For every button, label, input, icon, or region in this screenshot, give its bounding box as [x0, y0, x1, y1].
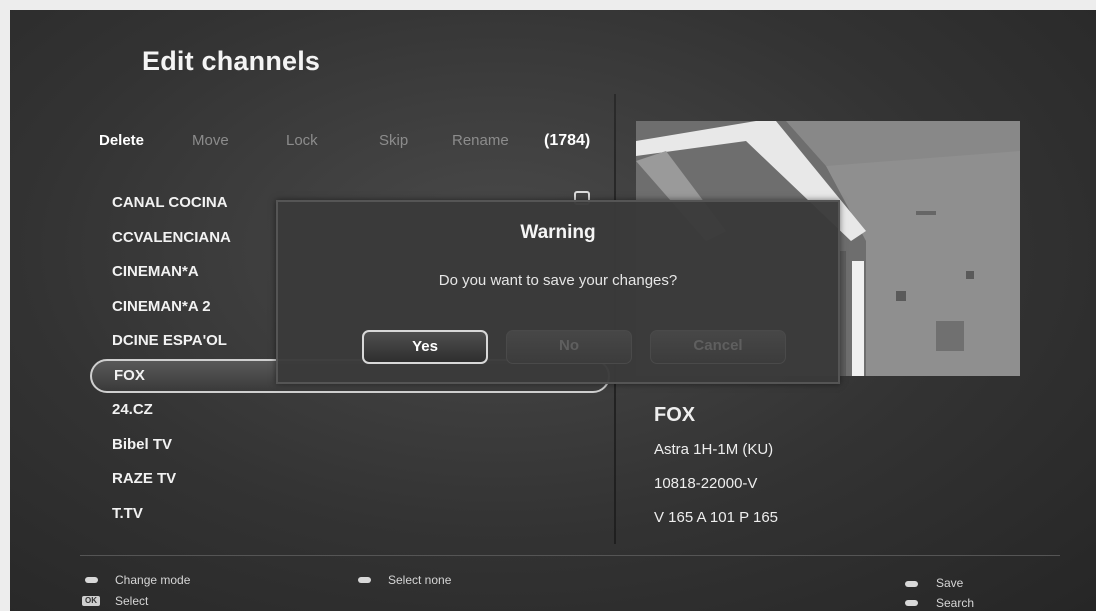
hint-change-mode: Change mode: [115, 573, 191, 587]
yellow-key-icon: [905, 581, 918, 587]
tab-rename[interactable]: Rename: [452, 132, 509, 149]
channel-count: (1784): [544, 132, 591, 149]
page-title: Edit channels: [142, 46, 321, 76]
yes-button[interactable]: Yes: [362, 330, 488, 364]
channel-info-pids: V 165 A 101 P 165: [654, 509, 779, 526]
red-key-icon: [85, 577, 98, 583]
channel-item[interactable]: 24.CZ: [90, 393, 610, 428]
tv-screen: Edit channels Delete Move Lock Skip Rena…: [10, 10, 1096, 611]
mode-tabs: Delete Move Lock Skip Rename (1784): [10, 132, 630, 156]
footer-divider: [80, 555, 1060, 556]
blue-key-icon: [905, 600, 918, 606]
cancel-button[interactable]: Cancel: [650, 330, 786, 364]
hint-search: Search: [936, 596, 975, 610]
no-button[interactable]: No: [506, 330, 632, 364]
dialog-title: Warning: [520, 222, 596, 243]
dialog-message: Do you want to save your changes?: [438, 272, 678, 289]
channel-info-satellite: Astra 1H-1M (KU): [654, 441, 774, 458]
channel-item[interactable]: T.TV: [90, 497, 610, 532]
green-key-icon: [358, 577, 371, 583]
hint-select: Select: [115, 594, 149, 608]
tab-move[interactable]: Move: [192, 132, 229, 149]
tab-skip[interactable]: Skip: [379, 132, 408, 149]
channel-item[interactable]: RAZE TV: [90, 462, 610, 497]
tab-lock[interactable]: Lock: [286, 132, 318, 149]
channel-item[interactable]: Bibel TV: [90, 428, 610, 463]
channel-info: FOX Astra 1H-1M (KU) 10818-22000-V V 165…: [654, 404, 778, 543]
channel-info-transponder: 10818-22000-V: [654, 475, 758, 492]
channel-info-name: FOX: [654, 404, 696, 426]
hint-save: Save: [936, 576, 964, 590]
warning-dialog: Warning Do you want to save your changes…: [276, 200, 840, 384]
tab-delete[interactable]: Delete: [99, 132, 144, 149]
hint-select-none: Select none: [388, 573, 452, 587]
ok-key-icon: OK: [82, 596, 100, 606]
